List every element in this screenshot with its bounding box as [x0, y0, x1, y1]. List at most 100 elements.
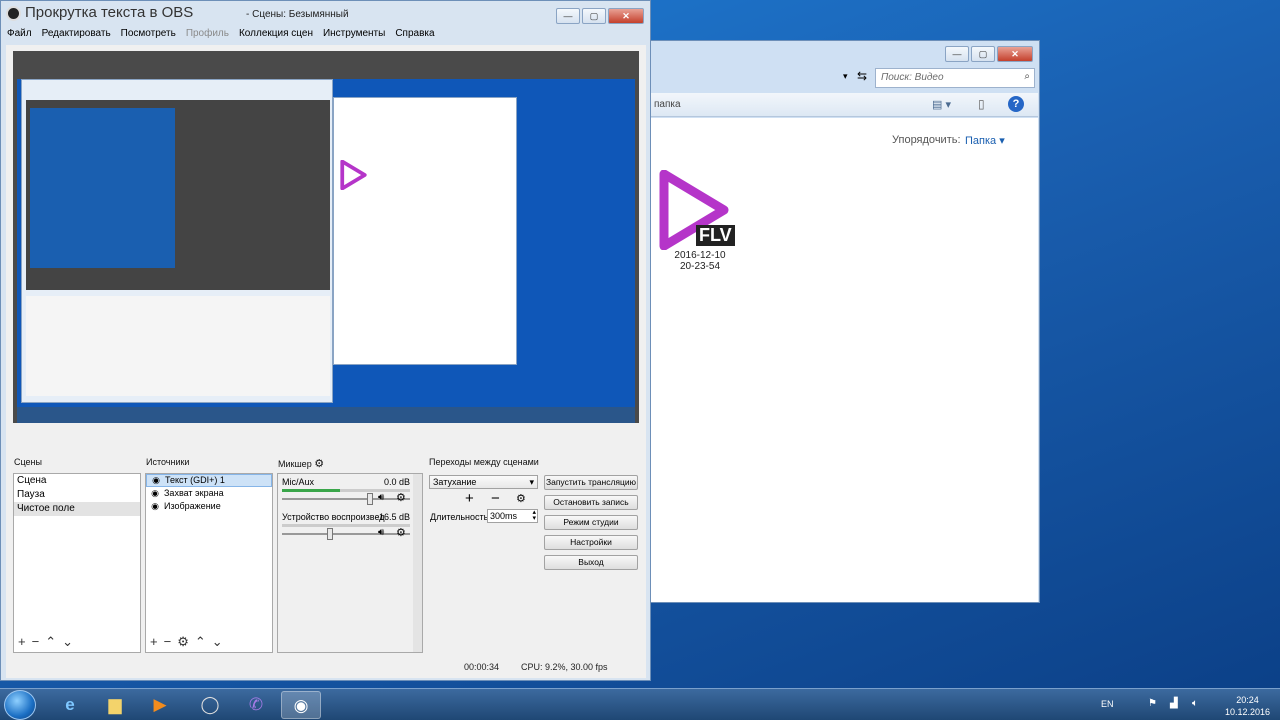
preview-canvas[interactable] — [13, 51, 639, 423]
transition-value: Затухание — [433, 477, 477, 487]
source-label: Захват экрана — [164, 488, 224, 498]
eye-icon[interactable]: ◉ — [150, 500, 160, 513]
add-icon[interactable]: + — [18, 634, 26, 650]
speaker-icon[interactable]: 🔊︎ — [378, 527, 384, 538]
preview-pane-icon[interactable]: ▯ — [978, 97, 985, 111]
network-icon[interactable]: ▟ — [1170, 698, 1178, 709]
refresh-icon[interactable]: ⇆ — [857, 69, 867, 83]
media-player-icon[interactable]: ▶ — [140, 691, 180, 719]
flv-file[interactable]: FLV 2016-12-10 20-23-54 — [658, 169, 748, 272]
preview-flv-icon — [340, 160, 367, 190]
view-icon[interactable]: ▤ ▾ — [932, 98, 951, 111]
studio-mode-button[interactable]: Режим студии — [544, 515, 638, 530]
obs-taskbar-icon[interactable]: ◉ — [281, 691, 321, 719]
chevron-down-icon[interactable]: ▾ — [843, 71, 848, 82]
source-item[interactable]: ◉ Захват экрана — [146, 487, 272, 500]
remove-icon[interactable]: − — [32, 634, 40, 650]
volume-meter — [282, 489, 340, 492]
menu-edit[interactable]: Редактировать — [42, 28, 111, 42]
search-input[interactable]: Поиск: Видео ⌕ — [875, 68, 1035, 88]
scene-item[interactable]: Сцена — [14, 474, 140, 488]
ie-icon[interactable]: e — [50, 691, 90, 719]
settings-button[interactable]: Настройки — [544, 535, 638, 550]
move-down-icon[interactable]: ⌄ — [62, 634, 73, 650]
add-icon[interactable]: + — [465, 490, 474, 507]
minimize-button[interactable]: — — [945, 46, 969, 62]
stop-record-button[interactable]: Остановить запись — [544, 495, 638, 510]
menu-scene-collection[interactable]: Коллекция сцен — [239, 28, 313, 42]
duration-value: 300ms — [490, 511, 518, 521]
explorer-content: Упорядочить: Папка ▾ FLV 2016-12-10 20-2… — [650, 118, 1038, 602]
help-icon[interactable]: ? — [1008, 96, 1024, 112]
sort-dropdown[interactable]: Папка ▾ — [965, 134, 1005, 147]
move-up-icon[interactable]: ⌃ — [195, 634, 206, 650]
remove-icon[interactable]: − — [164, 634, 172, 650]
maximize-button[interactable]: ▢ — [582, 8, 606, 24]
add-icon[interactable]: + — [150, 634, 158, 650]
minimize-button[interactable]: — — [556, 8, 580, 24]
scene-item-selected[interactable]: Чистое поле — [14, 502, 140, 516]
source-item-selected[interactable]: ◉ Текст (GDI+) 1 — [146, 474, 272, 487]
search-icon: ⌕ — [1024, 71, 1030, 82]
preview-nested-explorer — [333, 97, 517, 365]
mixer-label: Микшер — [278, 459, 312, 469]
maximize-button[interactable]: ▢ — [971, 46, 995, 62]
window-title-suffix: - Сцены: Безымянный — [246, 9, 349, 20]
gear-icon[interactable]: ⚙ — [314, 458, 324, 470]
mixer-channel-desktop: Устройство воспроизвед -16.5 dB 🔊︎ ⚙ — [282, 512, 410, 540]
mixer-scrollbar[interactable] — [413, 474, 422, 652]
gear-icon[interactable]: ⚙ — [396, 491, 406, 504]
scenes-toolbar: + − ⌃ ⌄ — [18, 634, 73, 650]
viber-icon[interactable]: ✆ — [236, 691, 276, 719]
folder-icon[interactable]: ▆ — [95, 691, 135, 719]
chevron-down-icon: ▾ — [529, 477, 534, 487]
menu-file[interactable]: Файл — [7, 28, 32, 42]
exit-button[interactable]: Выход — [544, 555, 638, 570]
start-button[interactable] — [4, 690, 36, 720]
eye-icon[interactable]: ◉ — [151, 474, 161, 487]
transition-select[interactable]: Затухание ▾ — [429, 475, 538, 489]
transitions-label: Переходы между сценами — [429, 457, 539, 467]
menu-help[interactable]: Справка — [395, 28, 434, 42]
clock[interactable]: 20:24 10.12.2016 — [1225, 694, 1270, 718]
gear-icon[interactable]: ⚙ — [516, 492, 526, 505]
menu-tools[interactable]: Инструменты — [323, 28, 385, 42]
volume-slider[interactable] — [282, 493, 410, 505]
eye-icon[interactable]: ◉ — [150, 487, 160, 500]
scene-item[interactable]: Пауза — [14, 488, 140, 502]
start-stream-button[interactable]: Запустить трансляцию — [544, 475, 638, 490]
volume-icon[interactable]: 🔈︎ — [1192, 698, 1198, 709]
explorer-address-row: ▾ ⇆ Поиск: Видео ⌕ — [653, 68, 1035, 88]
spin-icon[interactable]: ▴ ▾ — [532, 509, 536, 522]
menu-view[interactable]: Посмотреть — [121, 28, 176, 42]
flv-badge: FLV — [696, 225, 735, 246]
obs-logo-icon — [6, 6, 21, 21]
status-cpu: CPU: 9.2%, 30.00 fps — [521, 662, 608, 672]
move-up-icon[interactable]: ⌃ — [45, 634, 56, 650]
preview-nested-obs — [21, 79, 333, 403]
channel-name: Mic/Aux — [282, 477, 315, 487]
slider-handle[interactable] — [327, 528, 333, 540]
sources-toolbar: + − ⚙ ⌃ ⌄ — [150, 634, 223, 650]
file-date: 2016-12-10 — [674, 250, 726, 261]
duration-input[interactable]: 300ms ▴ ▾ — [487, 509, 538, 523]
action-center-icon[interactable]: ⚑ — [1148, 698, 1157, 709]
volume-slider[interactable] — [282, 528, 410, 540]
source-label: Изображение — [164, 501, 221, 511]
gear-icon[interactable]: ⚙ — [396, 526, 406, 539]
close-button[interactable]: ✕ — [608, 8, 644, 24]
gear-icon[interactable]: ⚙ — [177, 634, 189, 650]
preview-nested-desktop — [30, 108, 175, 268]
remove-icon[interactable]: − — [491, 490, 500, 507]
search-placeholder: Поиск: Видео — [881, 72, 944, 83]
menu-profile[interactable]: Профиль — [186, 28, 229, 42]
clock-time: 20:24 — [1236, 695, 1259, 705]
source-item[interactable]: ◉ Изображение — [146, 500, 272, 513]
move-down-icon[interactable]: ⌄ — [212, 634, 223, 650]
explorer-window: — ▢ ✕ ▾ ⇆ Поиск: Видео ⌕ папка ▤ ▾ ▯ ? У… — [648, 40, 1040, 603]
language-indicator[interactable]: EN — [1101, 699, 1114, 709]
speaker-icon[interactable]: 🔊︎ — [378, 492, 384, 503]
slider-handle[interactable] — [367, 493, 373, 505]
close-button[interactable]: ✕ — [997, 46, 1033, 62]
opera-icon[interactable]: ◯ — [190, 691, 230, 719]
